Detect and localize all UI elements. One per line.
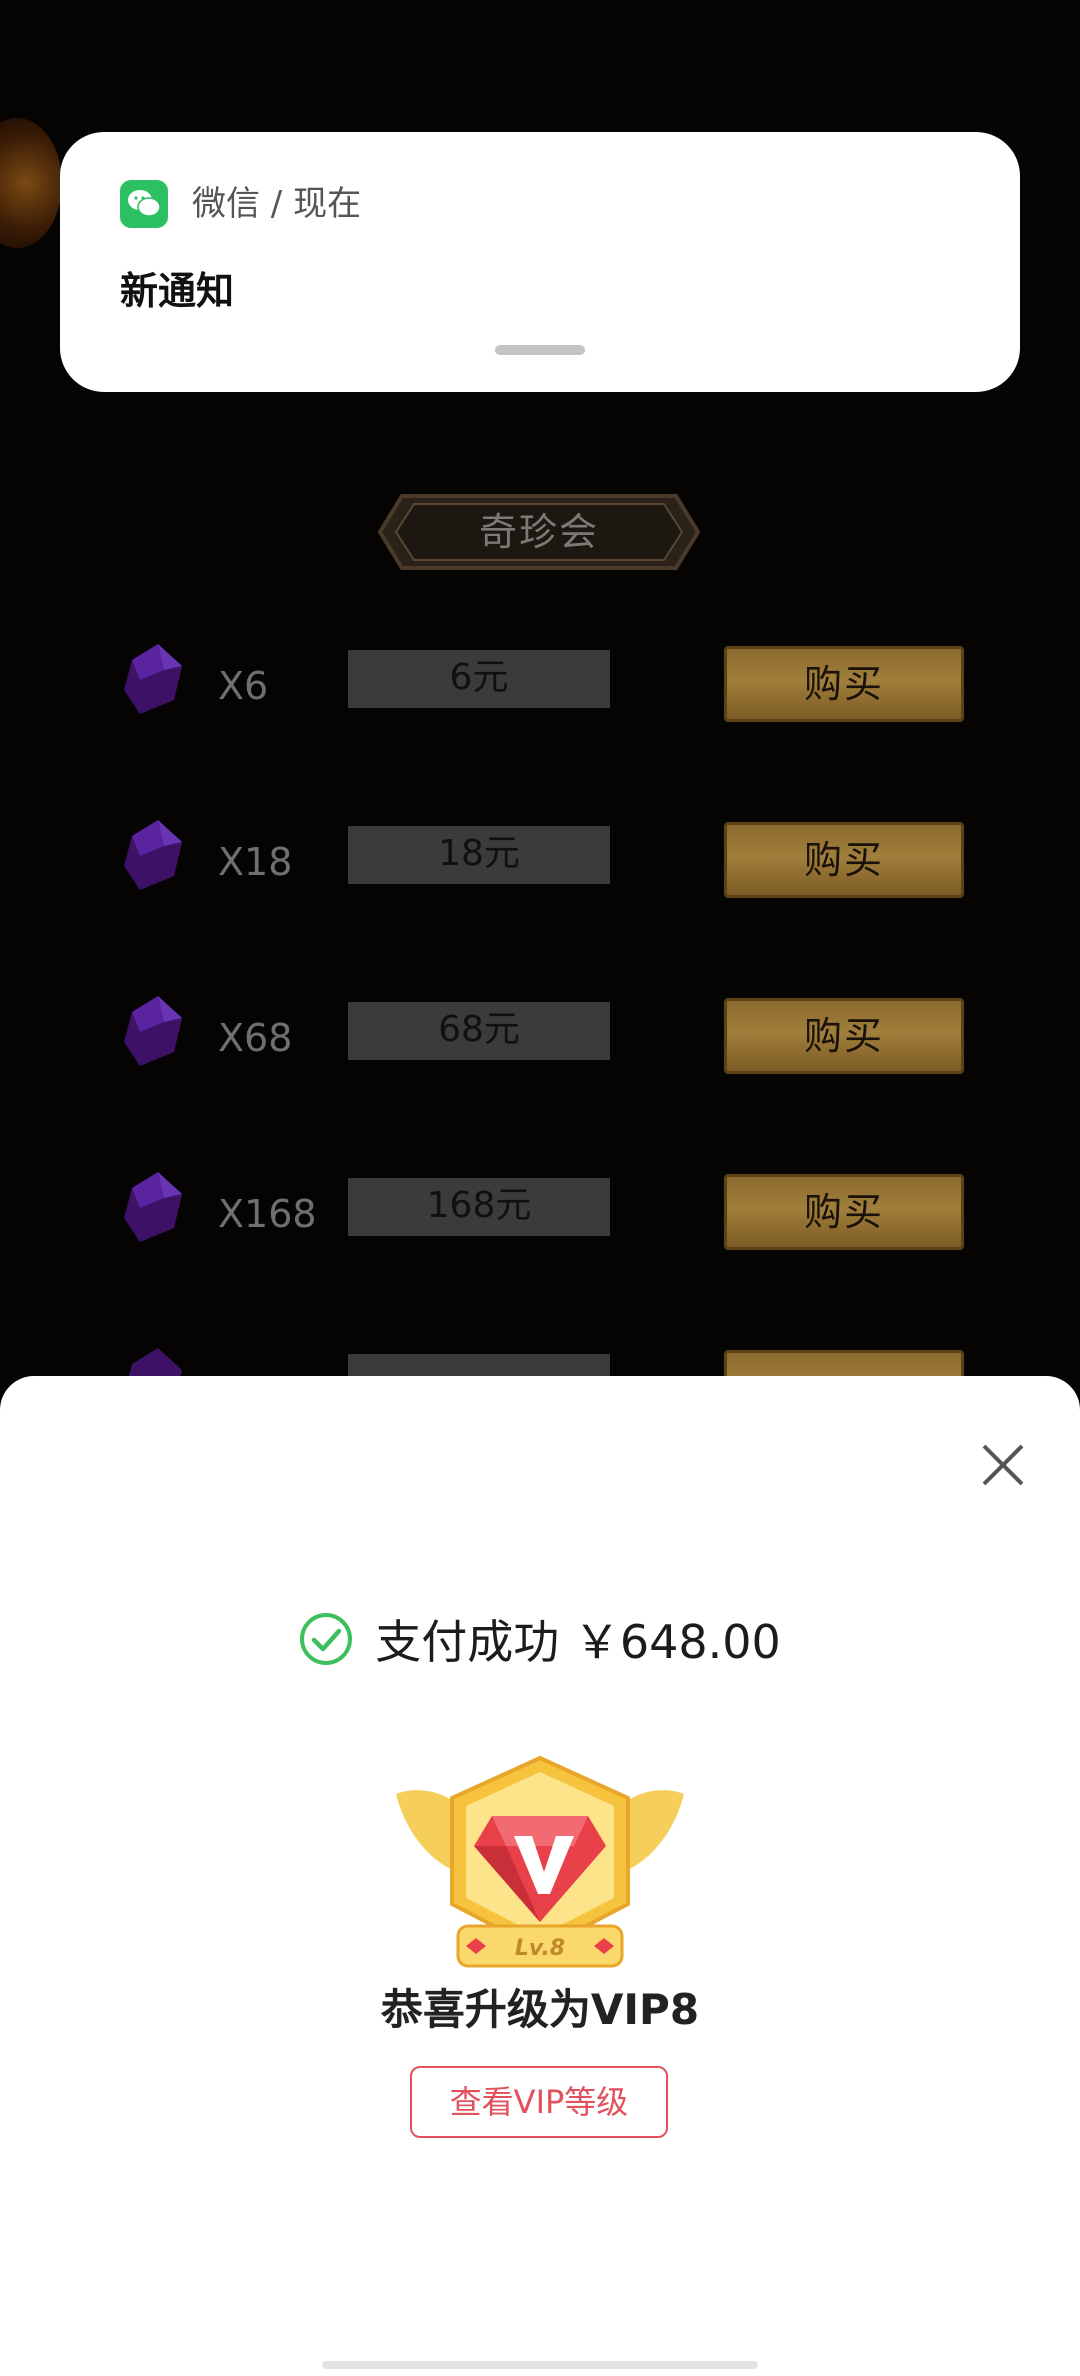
view-vip-level-button[interactable]: 查看VIP等级 [410,2066,668,2138]
item-price: 6元 [348,650,610,708]
buy-button[interactable]: 购买 [724,1174,964,1250]
shop-item-row: X168 168元 购买 [0,1172,1080,1254]
vip-level-label: Lv.8 [515,1936,565,1961]
buy-button[interactable]: 购买 [724,646,964,722]
wechat-notification[interactable]: 微信 / 现在 新通知 [60,132,1020,392]
item-quantity: X18 [218,840,293,884]
home-indicator[interactable] [322,2361,758,2369]
item-price: 18元 [348,826,610,884]
notification-app-label: 微信 / 现在 [192,184,362,224]
payment-status-row: 支付成功 ￥648.00 [0,1606,1080,1676]
vip-upgrade-message: 恭喜升级为VIP8 [380,1985,700,2034]
payment-status-text: 支付成功 ￥648.00 [375,1615,781,1669]
notification-drag-handle[interactable] [495,345,585,355]
purple-gem-icon [124,1172,182,1242]
vip-badge-icon: Lv.8 [396,1755,684,1968]
shop-item-row: X6 6元 购买 [0,644,1080,726]
shop-title: 奇珍会 [478,510,599,554]
item-quantity: X68 [218,1016,293,1060]
shop-title-plate: 奇珍会 [378,494,700,570]
buy-button[interactable]: 购买 [724,822,964,898]
item-quantity: X6 [218,664,269,708]
notification-title: 新通知 [120,269,235,313]
purple-gem-icon [124,996,182,1066]
purple-gem-icon [124,820,182,890]
buy-button[interactable]: 购买 [724,998,964,1074]
purple-gem-icon [124,644,182,714]
item-quantity: X168 [218,1192,317,1236]
player-avatar[interactable] [0,118,62,248]
shop-item-row: X18 18元 购买 [0,820,1080,902]
shop-item-row: X68 68元 购买 [0,996,1080,1078]
payment-result-sheet: 支付成功 ￥648.00 Lv.8 恭喜升级为VIP8 查看VIP等级 [0,1376,1080,2376]
close-icon[interactable] [968,1430,1038,1500]
item-price: 168元 [348,1178,610,1236]
success-check-icon [300,1613,353,1665]
wechat-icon [120,180,168,228]
item-price: 68元 [348,1002,610,1060]
